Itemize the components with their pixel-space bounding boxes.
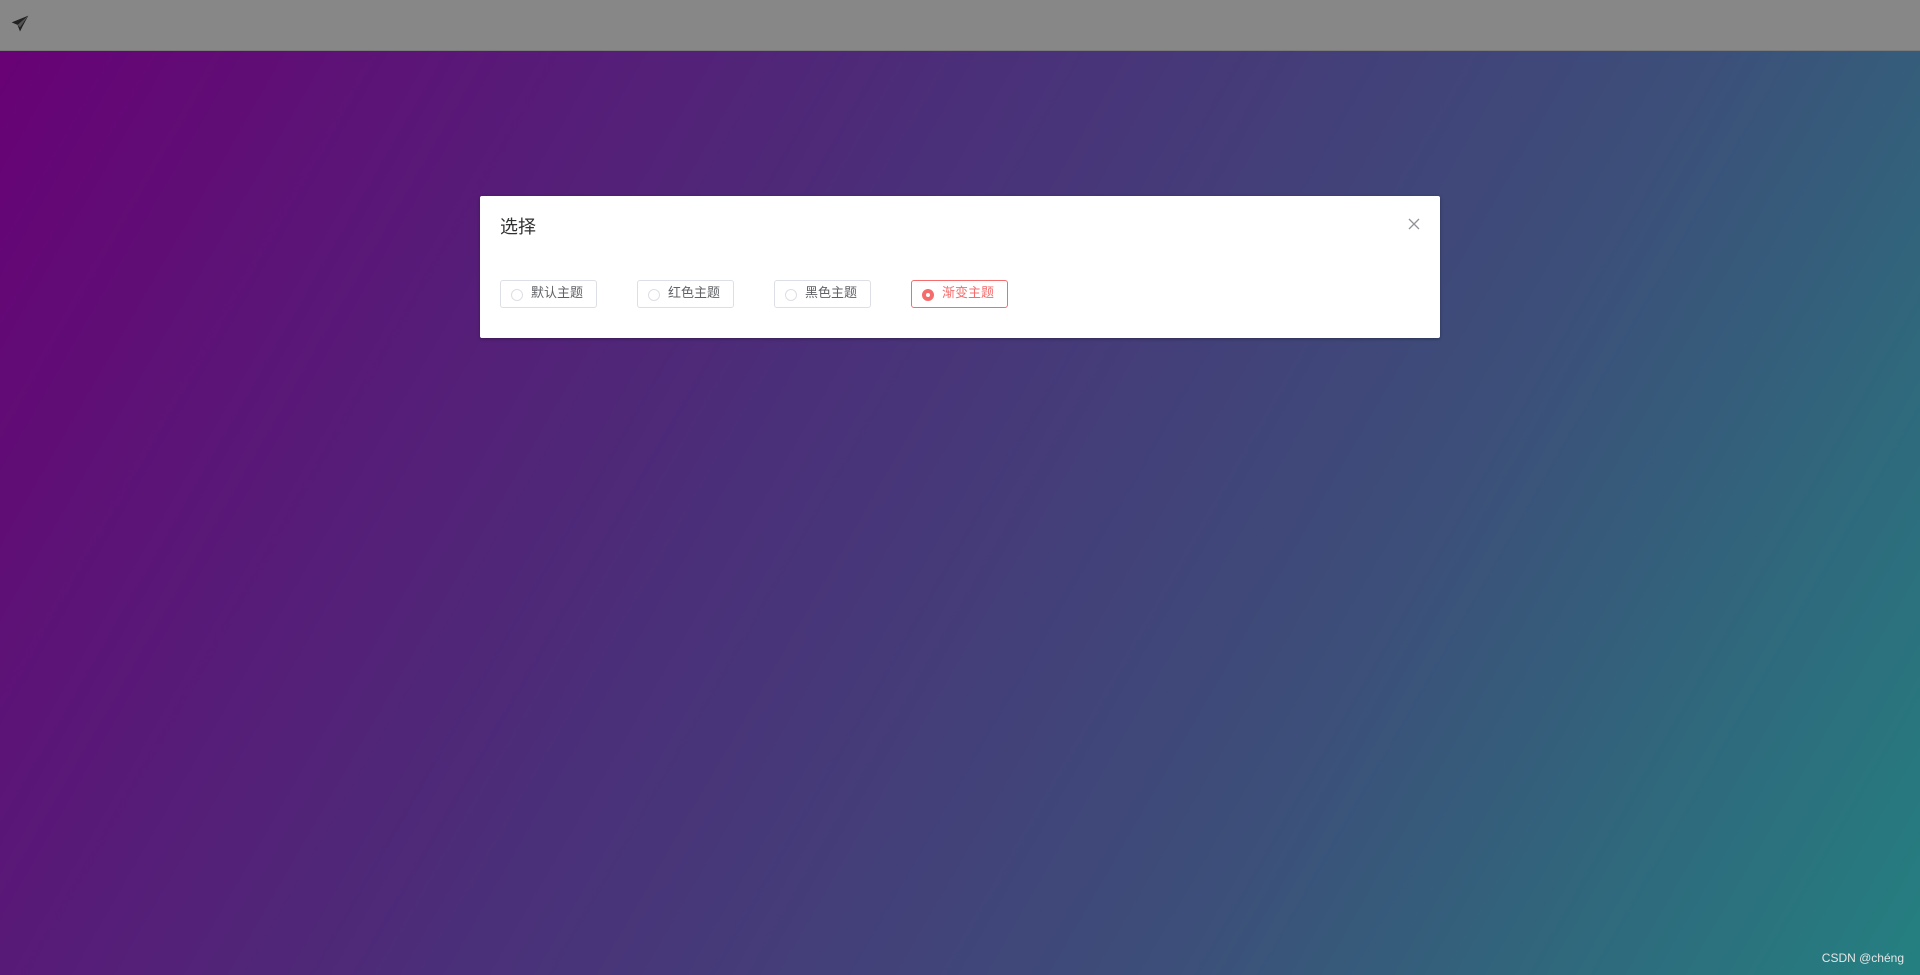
radio-red-theme[interactable]: 红色主题 [637,280,734,308]
radio-label: 默认主题 [531,286,584,301]
radio-circle-checked [922,289,934,301]
radio-label: 渐变主题 [942,286,995,301]
paper-plane-icon[interactable] [10,14,30,34]
page-background: 选择 默认主题 红色主题 黑色主题 渐变主题 [0,50,1920,975]
radio-black-theme[interactable]: 黑色主题 [774,280,871,308]
close-icon[interactable] [1406,216,1422,232]
radio-circle [648,289,660,301]
radio-label: 黑色主题 [805,286,858,301]
watermark: CSDN @chéng [1821,951,1904,965]
radio-gradient-theme[interactable]: 渐变主题 [911,280,1008,308]
top-bar [0,0,1920,51]
theme-dialog: 选择 默认主题 红色主题 黑色主题 渐变主题 [480,196,1440,338]
dialog-title: 选择 [500,217,536,238]
radio-default-theme[interactable]: 默认主题 [500,280,597,308]
radio-label: 红色主题 [668,286,721,301]
radio-circle [511,289,523,301]
radio-circle [785,289,797,301]
